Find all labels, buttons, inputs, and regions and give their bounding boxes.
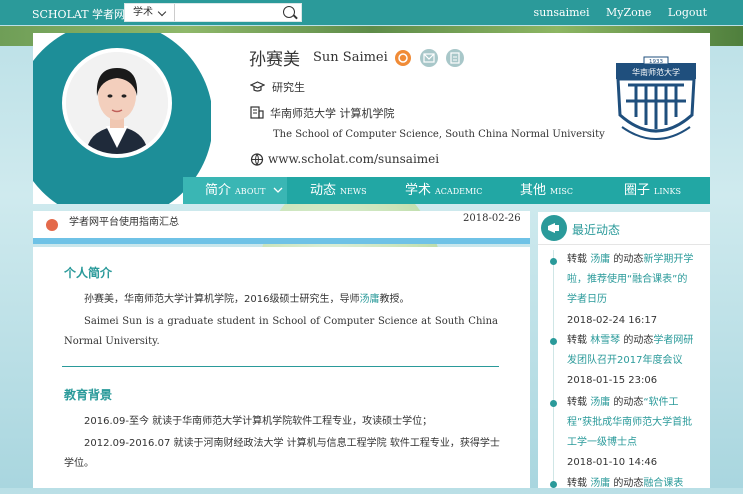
- timeline-dot: [550, 481, 557, 488]
- search-box: 学术: [124, 3, 302, 22]
- tab-about-en: ABOUT: [235, 187, 266, 196]
- intro-cn-suffix: 教授。: [379, 294, 410, 305]
- dynamic-link[interactable]: 融合课表: [643, 478, 683, 489]
- profile-school: 华南师范大学 计算机学院: [270, 107, 395, 120]
- username-link[interactable]: sunsaimei: [534, 6, 590, 19]
- timeline-dot: [550, 338, 557, 345]
- intro-cn: 孙赛美，华南师范大学计算机学院，2016级硕士研究生，导师汤庸教授。: [64, 290, 500, 310]
- site-brand[interactable]: SCHOLAT 学者网: [32, 6, 125, 22]
- timeline-dot: [550, 400, 557, 407]
- tab-misc-en: MISC: [550, 187, 573, 196]
- logo-text: 华南师范大学: [632, 67, 680, 77]
- dynamic-action: 转载: [567, 478, 591, 489]
- tab-academic-en: ACADEMIC: [435, 187, 483, 196]
- tab-misc-label: 其他: [520, 183, 547, 198]
- dynamic-item[interactable]: 转载 林雪琴 的动态学者网研发团队召开2017年度会议: [567, 331, 697, 371]
- timeline-line: [553, 250, 554, 488]
- profile-name-en: Sun Saimei: [313, 50, 388, 65]
- tab-misc[interactable]: 其他 MISC: [520, 177, 573, 204]
- university-logo: 华南师范大学 1933: [616, 56, 696, 140]
- graduation-cap-icon: [250, 81, 265, 92]
- pin-icon: [46, 219, 58, 231]
- tab-news-label: 动态: [310, 183, 337, 198]
- dynamic-mid: 的动态: [610, 478, 644, 489]
- dynamic-mid: 的动态: [610, 254, 644, 265]
- tab-links-label: 圈子: [624, 183, 651, 198]
- search-category-select[interactable]: 学术: [125, 4, 175, 21]
- notice-link[interactable]: 学者网平台使用指南汇总: [69, 213, 179, 228]
- dynamic-date: 2018-01-15 23:06: [567, 375, 658, 386]
- myzone-link[interactable]: MyZone: [606, 6, 651, 19]
- dynamic-user[interactable]: 汤庸: [590, 397, 610, 408]
- profile-nav: 简介 ABOUT 动态 NEWS 学术 ACADEMIC 其他 MISC 圈子 LINKS: [183, 177, 710, 204]
- dynamic-action: 转载: [567, 335, 591, 346]
- megaphone-icon: [541, 215, 567, 241]
- tab-news[interactable]: 动态 NEWS: [310, 177, 367, 204]
- avatar[interactable]: [66, 52, 168, 154]
- profile-school-en: The School of Computer Science, South Ch…: [273, 129, 605, 140]
- search-input[interactable]: [177, 5, 283, 21]
- tab-links[interactable]: 圈子 LINKS: [624, 177, 681, 204]
- tab-news-en: NEWS: [340, 187, 367, 196]
- logout-link[interactable]: Logout: [668, 6, 707, 19]
- heart-icon[interactable]: [395, 50, 411, 66]
- dynamic-action: 转载: [567, 254, 591, 265]
- dynamic-item[interactable]: 转载 汤庸 的动态“软件工程”获批成华南师范大学首批工学一级博士点: [567, 393, 697, 453]
- chevron-down-icon: [157, 7, 167, 17]
- search-category-label: 学术: [133, 7, 153, 18]
- dynamic-mid: 的动态: [610, 397, 644, 408]
- tab-academic-label: 学术: [405, 183, 432, 198]
- tab-academic[interactable]: 学术 ACADEMIC: [405, 177, 482, 204]
- building-icon: [250, 106, 264, 119]
- dynamic-date: 2018-01-10 14:46: [567, 457, 658, 468]
- dynamic-user[interactable]: 林雪琴: [590, 335, 620, 346]
- profile-degree: 研究生: [272, 81, 305, 94]
- dynamic-mid: 的动态: [620, 335, 654, 346]
- mail-icon[interactable]: [420, 49, 438, 67]
- advisor-link[interactable]: 汤庸: [359, 294, 379, 305]
- education-line-2: 2012.09-2016.07 就读于河南财经政法大学 计算机与信息工程学院 软…: [64, 438, 500, 469]
- dynamic-item[interactable]: 转载 汤庸 的动态融合课表: [567, 474, 697, 494]
- tab-links-en: LINKS: [654, 187, 681, 196]
- link-icon: [250, 153, 264, 166]
- sidebar-title: 最近动态: [572, 223, 621, 237]
- tab-about-label: 简介: [205, 183, 232, 198]
- logo-year: 1933: [649, 59, 663, 65]
- profile-name-cn: 孙赛美: [249, 50, 300, 70]
- timeline-dot: [550, 258, 557, 265]
- chevron-down-icon: [273, 187, 283, 193]
- follow-icon[interactable]: [446, 49, 464, 67]
- tab-about[interactable]: 简介 ABOUT: [183, 177, 287, 204]
- search-icon[interactable]: [283, 6, 295, 18]
- dynamic-user[interactable]: 汤庸: [590, 254, 610, 265]
- education-title: 教育背景: [64, 388, 113, 402]
- dynamic-user[interactable]: 汤庸: [590, 478, 610, 489]
- user-links: sunsaimei MyZone Logout: [521, 6, 707, 19]
- dynamic-date: 2018-02-24 16:17: [567, 315, 658, 326]
- intro-title: 个人简介: [64, 266, 113, 280]
- intro-cn-prefix: 孙赛美，华南师范大学计算机学院，2016级硕士研究生，导师: [84, 294, 360, 305]
- profile-website[interactable]: www.scholat.com/sunsaimei: [268, 152, 439, 166]
- dynamic-item[interactable]: 转载 汤庸 的动态新学期开学啦，推荐使用“融合课表”的学者日历: [567, 250, 697, 310]
- notice-date: 2018-02-26: [463, 213, 521, 224]
- intro-en: Saimei Sun is a graduate student in Scho…: [64, 316, 498, 347]
- notice-divider: [33, 238, 530, 244]
- section-divider: [62, 366, 499, 367]
- dynamic-action: 转载: [567, 397, 591, 408]
- education-line-1: 2016.09-至今 就读于华南师范大学计算机学院软件工程专业，攻读硕士学位；: [84, 416, 433, 427]
